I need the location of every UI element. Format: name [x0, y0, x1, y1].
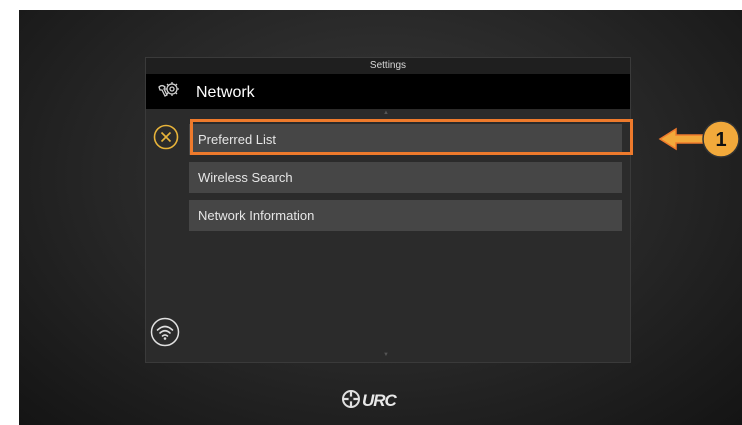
urc-logo: URC: [342, 390, 399, 410]
svg-text:URC: URC: [362, 391, 398, 410]
annotation-number: 1: [715, 129, 726, 151]
menu-item-wireless-search[interactable]: Wireless Search: [189, 162, 622, 193]
wifi-icon[interactable]: [150, 317, 180, 347]
scroll-up-indicator: ▲: [383, 110, 389, 116]
annotation-callout: 1: [658, 120, 740, 158]
scroll-down-indicator: ▼: [383, 352, 389, 358]
header-title: Network: [196, 84, 255, 101]
settings-panel: Settings Network ▲ Preferred List Wirele…: [145, 57, 631, 363]
menu-item-network-information[interactable]: Network Information: [189, 200, 622, 231]
panel-title: Settings: [146, 58, 630, 74]
gear-wrench-icon: [158, 82, 179, 97]
close-circle-icon[interactable]: [153, 124, 179, 150]
annotation-highlight-box: [190, 119, 633, 155]
network-header: Network: [146, 74, 630, 109]
